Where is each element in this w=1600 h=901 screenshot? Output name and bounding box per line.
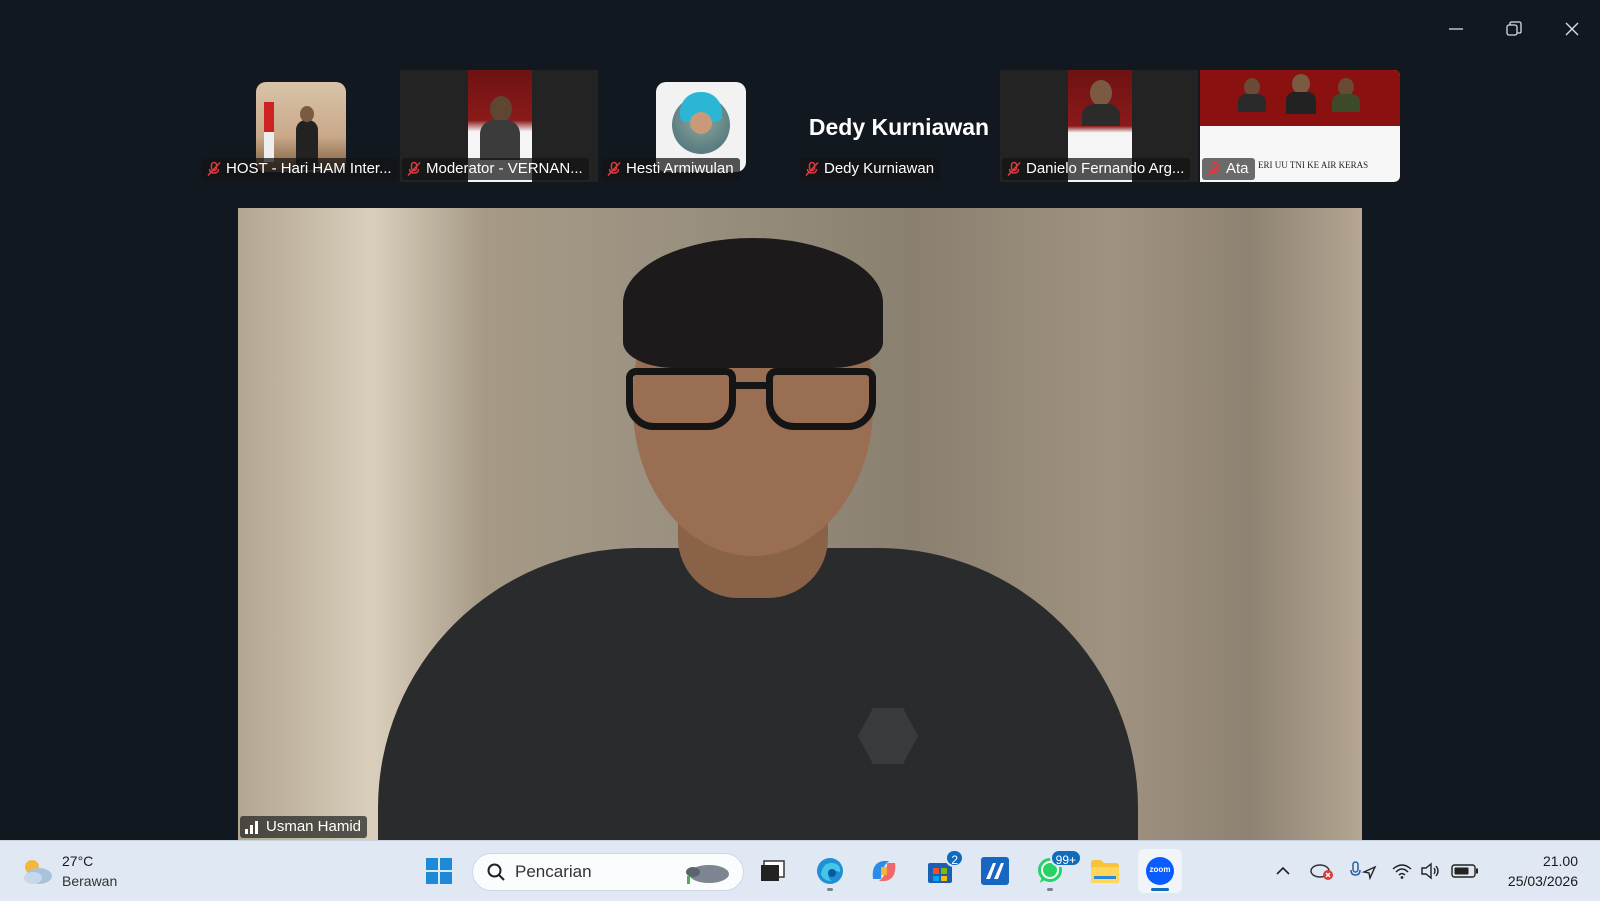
active-speaker-video[interactable]: Usman Hamid (238, 208, 1362, 840)
battery-button[interactable] (1450, 849, 1480, 893)
speaker-name-label: Usman Hamid (240, 816, 368, 838)
mic-muted-icon (1207, 161, 1221, 177)
weather-temperature: 27°C (62, 853, 94, 869)
search-highlight-icon (686, 865, 729, 884)
task-view-button[interactable] (751, 849, 795, 893)
minimize-button[interactable] (1436, 14, 1476, 44)
store-badge: 2 (945, 849, 964, 867)
mic-muted-icon (407, 161, 421, 177)
participant-tile-moderator[interactable]: Moderator - VERNAN... (400, 70, 598, 182)
store-button[interactable]: 2 (918, 849, 964, 893)
participant-name-label: HOST - Hari HAM Inter... (202, 158, 398, 180)
mic-location-button[interactable] (1346, 849, 1380, 893)
mic-muted-icon (207, 161, 221, 177)
file-explorer-button[interactable] (1083, 849, 1127, 893)
participant-name-label: Moderator - VERNAN... (402, 158, 589, 180)
participant-strip: HOST - Hari HAM Inter... Moderator - VER… (200, 70, 1402, 182)
cloudy-weather-icon (24, 860, 52, 884)
mic-muted-icon (1007, 161, 1021, 177)
taskbar: 27°C Berawan Pencarian 2 99+ zoom 21.00 … (0, 840, 1600, 901)
battery-icon (1451, 864, 1478, 878)
copilot-button[interactable] (862, 849, 906, 893)
volume-button[interactable] (1418, 849, 1442, 893)
whatsapp-badge: 99+ (1049, 849, 1082, 867)
active-indicator (1151, 888, 1169, 891)
participant-display-name: Dedy Kurniawan (808, 114, 990, 140)
app-m-icon (981, 857, 1009, 885)
edge-button[interactable] (808, 849, 852, 893)
mic-location-icon (1350, 861, 1377, 881)
clock-time: 21.00 (1542, 853, 1578, 869)
participant-name-label: Hesti Armiwulan (602, 158, 740, 180)
onedrive-button[interactable] (1308, 849, 1336, 893)
close-button[interactable] (1552, 14, 1592, 44)
participant-tile-danielo[interactable]: Danielo Fernando Arg... (1000, 70, 1198, 182)
minimize-icon (1449, 28, 1463, 30)
search-placeholder: Pencarian (515, 862, 592, 881)
volume-icon (1421, 862, 1439, 880)
clock-date: 25/03/2026 (1507, 873, 1578, 889)
search-icon (487, 863, 505, 881)
edge-icon (817, 858, 843, 884)
running-indicator (827, 888, 833, 891)
wifi-button[interactable] (1390, 849, 1414, 893)
show-hidden-icons-button[interactable] (1270, 849, 1296, 893)
task-view-icon (761, 860, 785, 881)
restore-button[interactable] (1494, 14, 1534, 44)
participant-name-label: Danielo Fernando Arg... (1002, 158, 1191, 180)
folder-icon (1091, 860, 1119, 883)
wifi-icon (1392, 864, 1412, 879)
speaker-hair (623, 238, 883, 368)
weather-widget[interactable]: 27°C Berawan (20, 851, 117, 891)
participant-tile-host[interactable]: HOST - Hari HAM Inter... (200, 70, 398, 182)
running-indicator (1047, 888, 1053, 891)
banner-text: ERI UU TNI KE AIR KERAS (1258, 160, 1369, 170)
taskbar-search[interactable]: Pencarian (472, 853, 744, 891)
zoom-icon-label: zoom (1149, 865, 1171, 874)
start-button[interactable] (417, 849, 461, 893)
participant-video-thumb (1200, 70, 1400, 126)
cloud-error-icon (1310, 864, 1333, 880)
mic-muted-icon (805, 161, 819, 177)
zoom-button[interactable]: zoom (1138, 849, 1182, 893)
windows-icon (426, 858, 452, 884)
copilot-icon (872, 861, 896, 881)
close-icon (1565, 22, 1579, 36)
signal-strength-icon (245, 821, 258, 834)
mic-muted-icon (607, 161, 621, 177)
weather-condition: Berawan (62, 873, 118, 889)
app-m-button[interactable] (973, 849, 1017, 893)
chevron-up-icon (1276, 866, 1290, 875)
system-clock[interactable]: 21.00 25/03/2026 (1508, 851, 1578, 891)
participant-name-label: Ata (1202, 158, 1255, 180)
whatsapp-button[interactable]: 99+ (1028, 849, 1082, 893)
participant-name-label: Dedy Kurniawan (800, 158, 941, 180)
participant-tile-dedy[interactable]: Dedy Kurniawan Dedy Kurniawan (800, 70, 998, 182)
speaker-name: Usman Hamid (266, 818, 362, 835)
speaker-glasses (626, 368, 884, 438)
restore-icon (1506, 21, 1522, 36)
participant-tile-hesti[interactable]: Hesti Armiwulan (600, 70, 798, 182)
participant-tile-ata[interactable]: ERI UU TNI KE AIR KERAS Ata (1200, 70, 1400, 182)
